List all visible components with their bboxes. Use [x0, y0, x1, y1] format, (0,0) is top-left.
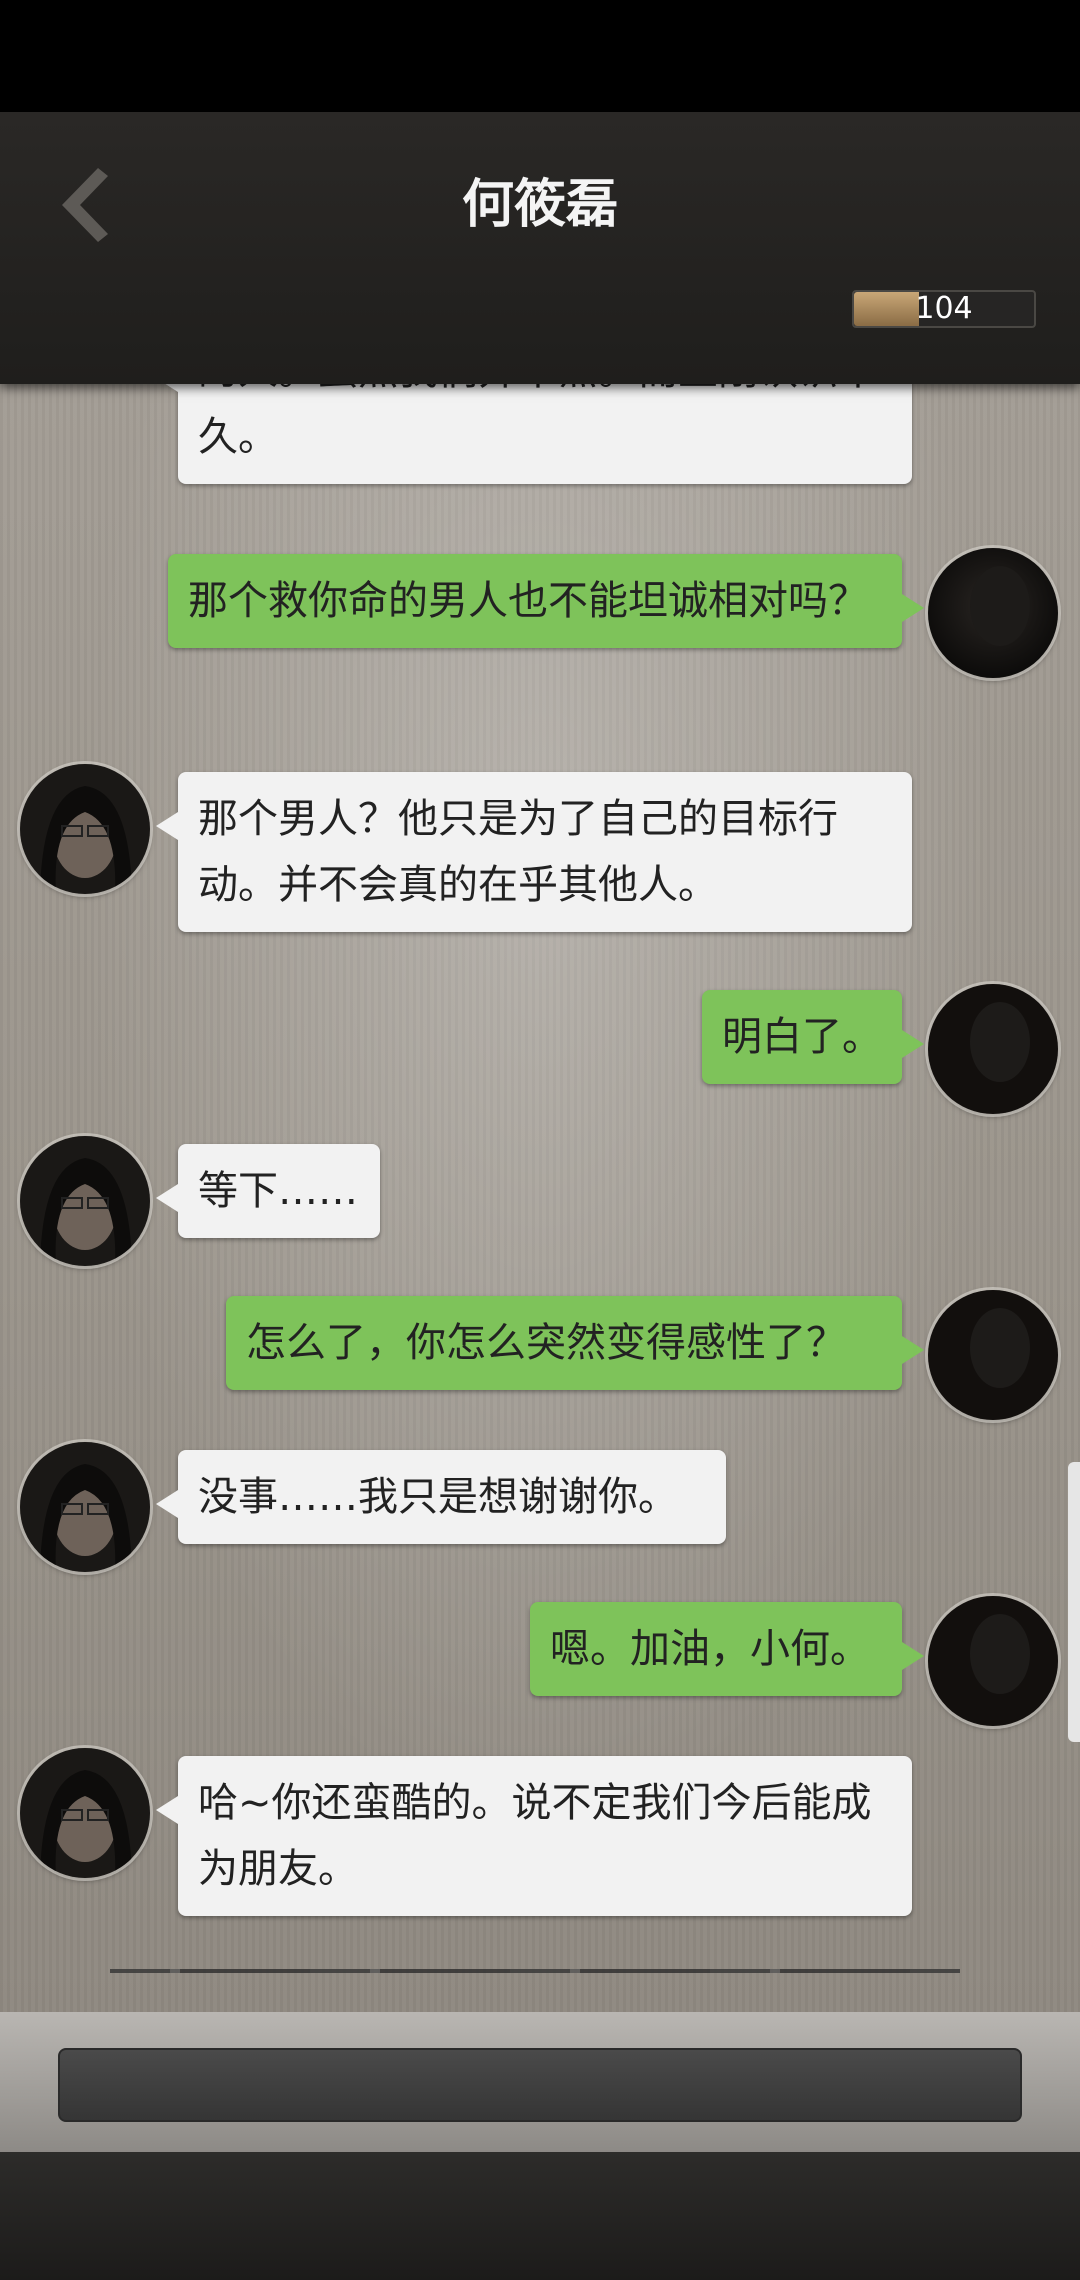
- player-avatar[interactable]: [928, 984, 1058, 1114]
- contact-avatar[interactable]: [20, 1748, 150, 1878]
- message-bubble-outgoing: 明白了。: [702, 990, 924, 1084]
- message-text: 哈~你还蛮酷的。说不定我们今后能成为朋友。: [198, 1780, 872, 1892]
- player-avatar[interactable]: [928, 548, 1058, 678]
- bottom-bar: [0, 2152, 1080, 2280]
- scrollbar[interactable]: [1068, 1462, 1080, 1742]
- chat-end-divider: [110, 1969, 960, 1973]
- energy-counter: 104: [852, 290, 1036, 328]
- message-text: 那个男人？他只是为了自己的目标行动。并不会真的在乎其他人。: [198, 796, 838, 908]
- energy-value: 104: [915, 291, 973, 326]
- input-bar: [0, 2012, 1080, 2152]
- message-bubble-incoming: 等下……: [156, 1144, 380, 1238]
- message-text: 等下……: [198, 1168, 358, 1214]
- message-text: 那个救你命的男人也不能坦诚相对吗？: [188, 578, 868, 624]
- player-avatar[interactable]: [928, 1596, 1058, 1726]
- message-bubble-outgoing: 怎么了，你怎么突然变得感性了？: [226, 1296, 924, 1390]
- message-text: 的人。虽然我们并不熟。而且刚认识不久。: [198, 384, 878, 460]
- message-text: 怎么了，你怎么突然变得感性了？: [246, 1320, 846, 1366]
- message-bubble-incoming: 的人。虽然我们并不熟。而且刚认识不久。: [156, 384, 912, 484]
- contact-avatar[interactable]: [20, 764, 150, 894]
- message-text: 嗯。加油，小何。: [550, 1626, 870, 1672]
- player-avatar[interactable]: [928, 1290, 1058, 1420]
- message-bubble-incoming: 哈~你还蛮酷的。说不定我们今后能成为朋友。: [156, 1756, 912, 1916]
- message-bubble-incoming: 没事……我只是想谢谢你。: [156, 1450, 726, 1544]
- message-text: 明白了。: [722, 1014, 882, 1060]
- contact-avatar[interactable]: [20, 1136, 150, 1266]
- status-bar: [0, 0, 1080, 112]
- contact-avatar[interactable]: [20, 1442, 150, 1572]
- message-bubble-outgoing: 那个救你命的男人也不能坦诚相对吗？: [168, 554, 924, 648]
- chat-header: 何筱磊 104: [0, 112, 1080, 384]
- message-text: 没事……我只是想谢谢你。: [198, 1474, 678, 1520]
- chat-area[interactable]: 的人。虽然我们并不熟。而且刚认识不久。 那个救你命的男人也不能坦诚相对吗？ 那个…: [0, 384, 1080, 2012]
- message-bubble-outgoing: 嗯。加油，小何。: [530, 1602, 924, 1696]
- contact-name: 何筱磊: [461, 174, 618, 235]
- message-bubble-incoming: 那个男人？他只是为了自己的目标行动。并不会真的在乎其他人。: [156, 772, 912, 932]
- reply-input[interactable]: [58, 2048, 1022, 2122]
